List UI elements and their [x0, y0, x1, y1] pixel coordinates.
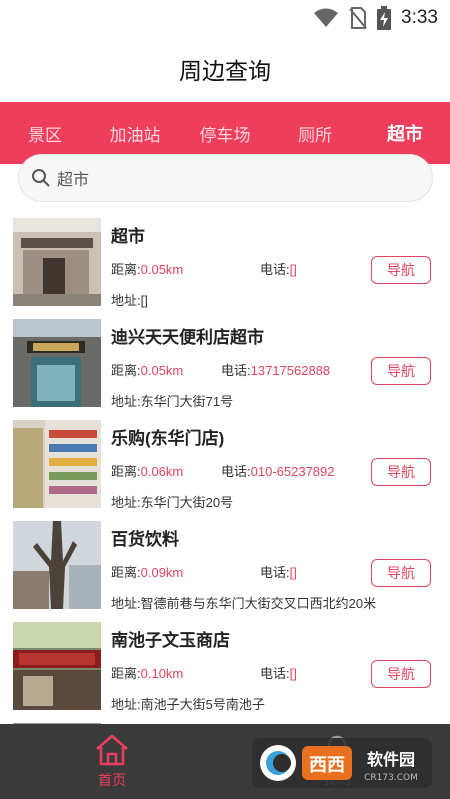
svg-text:西西: 西西: [309, 755, 345, 776]
list-item[interactable]: 南池子文玉商店 距离:0.10km 电话:[] 地址:南池子大街5号南池子 导航: [0, 616, 450, 716]
wifi-icon: [314, 8, 339, 27]
address-value: 东华门大街71号: [140, 394, 234, 409]
distance-value: 0.06km: [140, 464, 184, 479]
address-value: 南池子大街5号南池子: [140, 697, 265, 712]
store-name: 超市: [111, 227, 145, 246]
store-thumbnail: [13, 319, 101, 407]
nav-home[interactable]: 首页: [52, 724, 172, 799]
distance-label: 距离:: [111, 565, 141, 580]
navigate-button[interactable]: 导航: [371, 256, 431, 284]
phone-row: 电话:[]: [260, 663, 297, 682]
address-row: 地址:南池子大街5号南池子: [111, 694, 265, 713]
store-name: 迪兴天天便利店超市: [111, 328, 264, 347]
distance-row: 距离:0.09km: [111, 562, 183, 581]
store-thumbnail: [13, 521, 101, 609]
address-label: 地址:: [111, 697, 141, 712]
status-bar: 3:33: [0, 0, 450, 36]
search-input[interactable]: 超市: [18, 154, 433, 202]
address-label: 地址:: [111, 495, 141, 510]
address-value: []: [140, 293, 148, 308]
distance-label: 距离:: [111, 262, 141, 277]
list-item[interactable]: 百货饮料 距离:0.09km 电话:[] 地址:智德前巷与东华门大街交叉口西北约…: [0, 515, 450, 615]
store-name: 南池子文玉商店: [111, 631, 230, 650]
phone-row: 电话:13717562888: [221, 360, 330, 379]
address-row: 地址:[]: [111, 290, 148, 309]
distance-row: 距离:0.10km: [111, 663, 183, 682]
phone-value: []: [289, 262, 297, 277]
svg-text:软件园: 软件园: [367, 750, 415, 769]
watermark-logo: 西西 软件园 CR173.COM: [252, 738, 432, 788]
distance-value: 0.05km: [140, 363, 184, 378]
distance-label: 距离:: [111, 363, 141, 378]
status-time: 3:33: [401, 7, 438, 28]
search-value: 超市: [57, 172, 90, 189]
list-item[interactable]: [0, 717, 450, 724]
list-item[interactable]: 乐购(东华门店) 距离:0.06km 电话:010-65237892 地址:东华…: [0, 414, 450, 514]
results-list: 超市 距离:0.05km 电话:[] 地址:[] 导航 迪兴天天便利店超市 距离…: [0, 212, 450, 724]
svg-text:CR173.COM: CR173.COM: [364, 773, 418, 783]
store-thumbnail: [13, 218, 101, 306]
navigate-button[interactable]: 导航: [371, 660, 431, 688]
phone-value: 13717562888: [250, 363, 331, 378]
address-label: 地址:: [111, 394, 141, 409]
store-name: 乐购(东华门店): [111, 429, 225, 448]
phone-label: 电话:: [221, 464, 251, 479]
navigate-button[interactable]: 导航: [371, 357, 431, 385]
distance-label: 距离:: [111, 666, 141, 681]
phone-value: []: [289, 666, 297, 681]
address-row: 地址:东华门大街20号: [111, 492, 233, 511]
store-thumbnail: [13, 622, 101, 710]
home-icon: [96, 734, 128, 765]
phone-row: 电话:010-65237892: [221, 461, 334, 480]
distance-row: 距离:0.05km: [111, 259, 183, 278]
phone-label: 电话:: [221, 363, 251, 378]
list-item[interactable]: 超市 距离:0.05km 电话:[] 地址:[] 导航: [0, 212, 450, 312]
tab-supermarket[interactable]: 超市: [360, 120, 450, 146]
phone-value: 010-65237892: [250, 464, 335, 479]
list-item[interactable]: 迪兴天天便利店超市 距离:0.05km 电话:13717562888 地址:东华…: [0, 313, 450, 413]
distance-value: 0.10km: [140, 666, 184, 681]
tab-scenic[interactable]: 景区: [0, 121, 90, 146]
distance-label: 距离:: [111, 464, 141, 479]
phone-label: 电话:: [260, 565, 290, 580]
tab-gas-station[interactable]: 加油站: [90, 121, 180, 146]
phone-label: 电话:: [260, 666, 290, 681]
app-header: 周边查询: [0, 36, 450, 102]
distance-value: 0.05km: [140, 262, 184, 277]
distance-value: 0.09km: [140, 565, 184, 580]
phone-row: 电话:[]: [260, 562, 297, 581]
phone-row: 电话:[]: [260, 259, 297, 278]
tab-parking[interactable]: 停车场: [180, 121, 270, 146]
navigate-button[interactable]: 导航: [371, 458, 431, 486]
distance-row: 距离:0.06km: [111, 461, 183, 480]
store-name: 百货饮料: [111, 530, 179, 549]
battery-charging-icon: [377, 6, 392, 30]
address-value: 东华门大街20号: [140, 495, 234, 510]
no-sim-icon: [349, 7, 367, 29]
navigate-button[interactable]: 导航: [371, 559, 431, 587]
tab-toilet[interactable]: 厕所: [270, 121, 360, 146]
address-row: 地址:东华门大街71号: [111, 391, 233, 410]
phone-label: 电话:: [260, 262, 290, 277]
address-value: 智德前巷与东华门大街交叉口西北约20米: [140, 596, 377, 611]
address-label: 地址:: [111, 596, 141, 611]
address-label: 地址:: [111, 293, 141, 308]
distance-row: 距离:0.05km: [111, 360, 183, 379]
nav-home-label: 首页: [98, 771, 126, 788]
page-title: 周边查询: [179, 58, 271, 84]
address-row: 地址:智德前巷与东华门大街交叉口西北约20米: [111, 593, 376, 612]
phone-value: []: [289, 565, 297, 580]
search-icon: [32, 169, 50, 187]
store-thumbnail: [13, 420, 101, 508]
